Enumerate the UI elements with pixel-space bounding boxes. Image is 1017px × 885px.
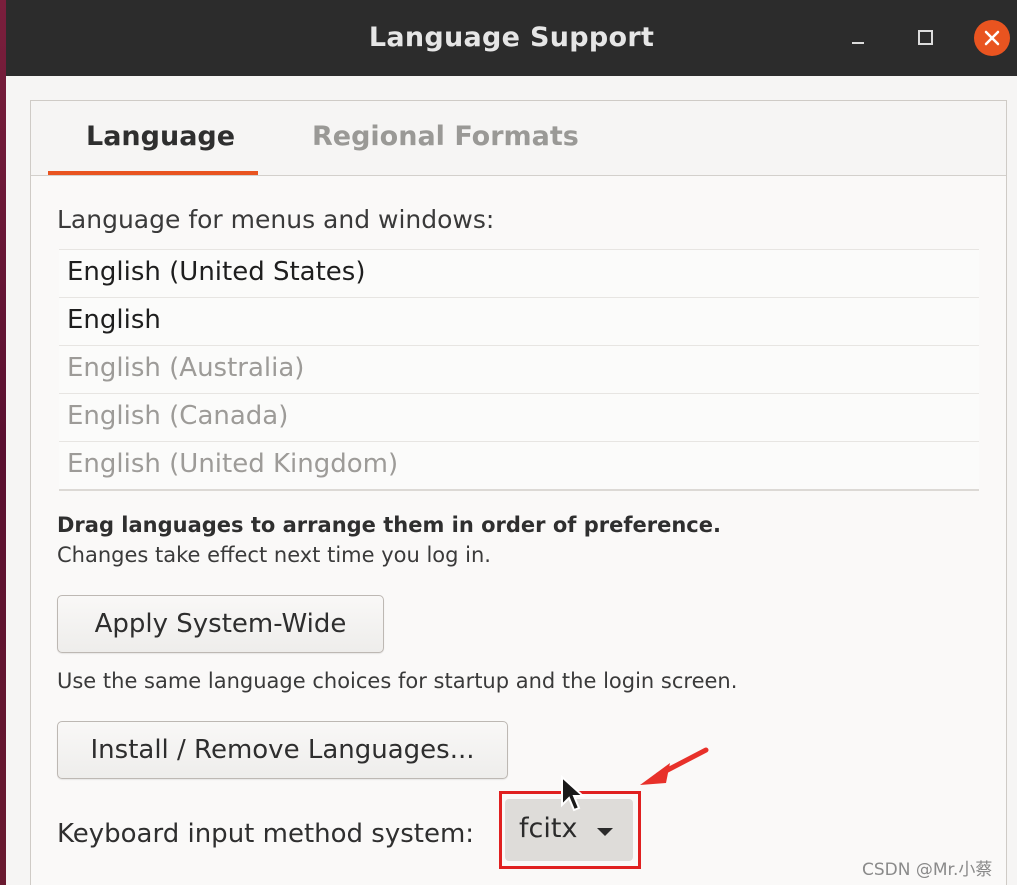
close-icon[interactable] [974,20,1010,56]
drag-hint: Drag languages to arrange them in order … [57,513,721,537]
chevron-down-icon [597,828,613,836]
apply-note: Use the same language choices for startu… [57,669,738,693]
annotation-arrow-icon [640,747,709,785]
title-bar[interactable]: Language Support [6,0,1017,76]
install-remove-languages-button[interactable]: Install / Remove Languages... [57,721,508,779]
language-item-english-australia[interactable]: English (Australia) [59,345,979,393]
language-item-english-uk[interactable]: English (United Kingdom) [59,441,979,489]
language-item-english[interactable]: English [59,297,979,345]
language-list[interactable]: English (United States) English English … [59,249,979,491]
effect-hint: Changes take effect next time you log in… [57,543,491,567]
tab-bar: Language Regional Formats [31,101,1006,176]
tab-language[interactable]: Language [86,121,235,152]
watermark-text: CSDN @Mr.小蔡 [862,860,993,880]
notebook-panel: Language Regional Formats Language for m… [30,100,1007,885]
language-list-label: Language for menus and windows: [57,205,495,234]
language-item-english-us[interactable]: English (United States) [59,249,979,297]
language-support-window: Language Support Language Regional Forma… [6,0,1017,885]
dropdown-value: fcitx [519,813,578,844]
list-divider [59,489,979,491]
maximize-icon[interactable] [906,18,946,58]
language-item-english-canada[interactable]: English (Canada) [59,393,979,441]
apply-system-wide-button[interactable]: Apply System-Wide [57,595,384,653]
mouse-pointer-icon [561,775,586,812]
tab-regional-formats[interactable]: Regional Formats [312,121,579,152]
keyboard-input-label: Keyboard input method system: [57,819,475,849]
active-tab-indicator [48,171,258,175]
minimize-icon[interactable] [838,18,878,58]
